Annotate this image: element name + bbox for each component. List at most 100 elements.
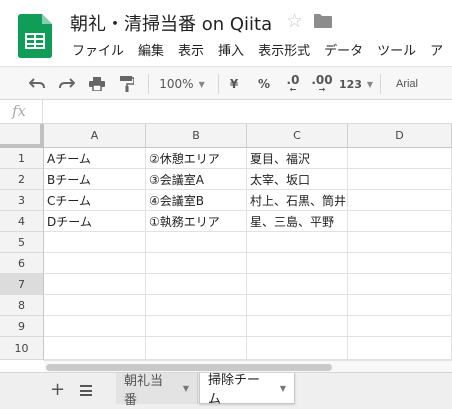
scrollbar-thumb[interactable] bbox=[46, 364, 332, 371]
undo-icon[interactable] bbox=[26, 67, 48, 101]
row-header-9[interactable]: 9 bbox=[0, 316, 44, 337]
toolbar: 100% ▼ ¥ % .0 ← .00 → 123 ▼ Arial bbox=[0, 66, 452, 100]
cell-c6[interactable] bbox=[247, 253, 348, 274]
cell-c3[interactable]: 村上、石黒、筒井 bbox=[247, 190, 348, 211]
menu-format[interactable]: 表示形式 bbox=[258, 40, 310, 59]
menu-addons[interactable]: ア bbox=[430, 40, 443, 59]
cell-a6[interactable] bbox=[44, 253, 146, 274]
sheet-tab-morning[interactable]: 朝礼当番 ▼ bbox=[116, 373, 198, 408]
cell-c1[interactable]: 夏目、福沢 bbox=[247, 148, 348, 169]
cell-d2[interactable] bbox=[348, 169, 452, 190]
column-header-c[interactable]: C bbox=[247, 124, 348, 148]
zoom-value: 100% bbox=[159, 77, 194, 91]
cell-d9[interactable] bbox=[348, 316, 452, 337]
menu-view[interactable]: 表示 bbox=[178, 40, 204, 59]
sheets-logo-icon[interactable] bbox=[18, 14, 52, 58]
cell-b5[interactable] bbox=[146, 232, 247, 253]
sheet-tab-cleaning[interactable]: 掃除チーム ▼ bbox=[199, 373, 295, 407]
cell-d8[interactable] bbox=[348, 295, 452, 316]
toolbar-separator bbox=[148, 74, 149, 94]
folder-icon[interactable] bbox=[314, 14, 332, 28]
formula-separator bbox=[42, 100, 43, 124]
font-select[interactable]: Arial bbox=[390, 67, 424, 101]
cell-c8[interactable] bbox=[247, 295, 348, 316]
cell-a5[interactable] bbox=[44, 232, 146, 253]
cell-c9[interactable] bbox=[247, 316, 348, 337]
cell-d7[interactable] bbox=[348, 274, 452, 295]
sheet-tab-label: 朝礼当番 bbox=[124, 373, 164, 408]
cell-b9[interactable] bbox=[146, 316, 247, 337]
cell-c4[interactable]: 星、三島、平野 bbox=[247, 211, 348, 232]
cell-c2[interactable]: 太宰、坂口 bbox=[247, 169, 348, 190]
paint-format-icon[interactable] bbox=[116, 67, 138, 101]
column-header-a[interactable]: A bbox=[44, 124, 146, 148]
column-header-d[interactable]: D bbox=[348, 124, 452, 148]
cell-a1[interactable]: Aチーム bbox=[44, 148, 146, 169]
cell-a4[interactable]: Dチーム bbox=[44, 211, 146, 232]
menu-insert[interactable]: 挿入 bbox=[218, 40, 244, 59]
row-header-6[interactable]: 6 bbox=[0, 253, 44, 274]
cell-c5[interactable] bbox=[247, 232, 348, 253]
cell-d3[interactable] bbox=[348, 190, 452, 211]
row-header-1[interactable]: 1 bbox=[0, 148, 44, 169]
row-header-5[interactable]: 5 bbox=[0, 232, 44, 253]
fx-icon: fx bbox=[12, 102, 27, 120]
increase-decimal-button[interactable]: .00 → bbox=[310, 67, 334, 101]
formula-input[interactable] bbox=[48, 104, 448, 120]
chevron-down-icon: ▼ bbox=[198, 79, 205, 89]
percent-button[interactable]: % bbox=[254, 67, 274, 101]
cell-b4[interactable]: ①執務エリア bbox=[146, 211, 247, 232]
chevron-down-icon[interactable]: ▼ bbox=[280, 384, 286, 393]
row-header-10[interactable]: 10 bbox=[0, 337, 44, 360]
cell-d10[interactable] bbox=[348, 337, 452, 360]
cell-d4[interactable] bbox=[348, 211, 452, 232]
redo-icon[interactable] bbox=[56, 67, 78, 101]
cell-b8[interactable] bbox=[146, 295, 247, 316]
cell-a3[interactable]: Cチーム bbox=[44, 190, 146, 211]
currency-button[interactable]: ¥ bbox=[224, 67, 244, 101]
cell-b2[interactable]: ③会議室A bbox=[146, 169, 247, 190]
cell-a10[interactable] bbox=[44, 337, 146, 360]
cell-d6[interactable] bbox=[348, 253, 452, 274]
select-all-corner[interactable] bbox=[0, 124, 44, 148]
row-header-2[interactable]: 2 bbox=[0, 169, 44, 190]
menu-tools[interactable]: ツール bbox=[377, 40, 416, 59]
cell-b6[interactable] bbox=[146, 253, 247, 274]
cell-b10[interactable] bbox=[146, 337, 247, 360]
more-formats-label: 123 bbox=[338, 77, 362, 91]
add-sheet-icon[interactable]: + bbox=[50, 379, 65, 400]
cell-d5[interactable] bbox=[348, 232, 452, 253]
decrease-decimal-button[interactable]: .0 ← bbox=[282, 67, 304, 101]
row-header-8[interactable]: 8 bbox=[0, 295, 44, 316]
cell-a8[interactable] bbox=[44, 295, 146, 316]
column-header-b[interactable]: B bbox=[146, 124, 247, 148]
menu-data[interactable]: データ bbox=[324, 40, 363, 59]
sheet-tab-label: 掃除チーム bbox=[208, 373, 261, 407]
row-header-4[interactable]: 4 bbox=[0, 211, 44, 232]
cell-a2[interactable]: Bチーム bbox=[44, 169, 146, 190]
menu-bar: ファイル 編集 表示 挿入 表示形式 データ ツール ア bbox=[72, 40, 452, 59]
more-formats-button[interactable]: 123 ▼ bbox=[338, 67, 374, 101]
row-header-7[interactable]: 7 bbox=[0, 274, 44, 295]
zoom-select[interactable]: 100% ▼ bbox=[154, 67, 210, 101]
cell-b1[interactable]: ②休憩エリア bbox=[146, 148, 247, 169]
menu-file[interactable]: ファイル bbox=[72, 40, 124, 59]
cell-a7[interactable] bbox=[44, 274, 146, 295]
toolbar-separator bbox=[218, 74, 219, 94]
chevron-down-icon[interactable]: ▼ bbox=[183, 384, 189, 393]
cell-c10[interactable] bbox=[247, 337, 348, 360]
star-icon[interactable]: ☆ bbox=[286, 10, 303, 32]
cell-a9[interactable] bbox=[44, 316, 146, 337]
row-header-3[interactable]: 3 bbox=[0, 190, 44, 211]
document-title[interactable]: 朝礼・清掃当番 on Qiita bbox=[70, 10, 272, 36]
cell-b3[interactable]: ④会議室B bbox=[146, 190, 247, 211]
formula-bar: fx bbox=[0, 100, 452, 124]
cell-c7[interactable] bbox=[247, 274, 348, 295]
cell-d1[interactable] bbox=[348, 148, 452, 169]
all-sheets-icon[interactable] bbox=[80, 385, 92, 396]
menu-edit[interactable]: 編集 bbox=[138, 40, 164, 59]
print-icon[interactable] bbox=[86, 67, 108, 101]
chevron-down-icon: ▼ bbox=[366, 79, 374, 89]
sheet-tab-bar: + 朝礼当番 ▼ 掃除チーム ▼ bbox=[0, 372, 452, 409]
cell-b7[interactable] bbox=[146, 274, 247, 295]
